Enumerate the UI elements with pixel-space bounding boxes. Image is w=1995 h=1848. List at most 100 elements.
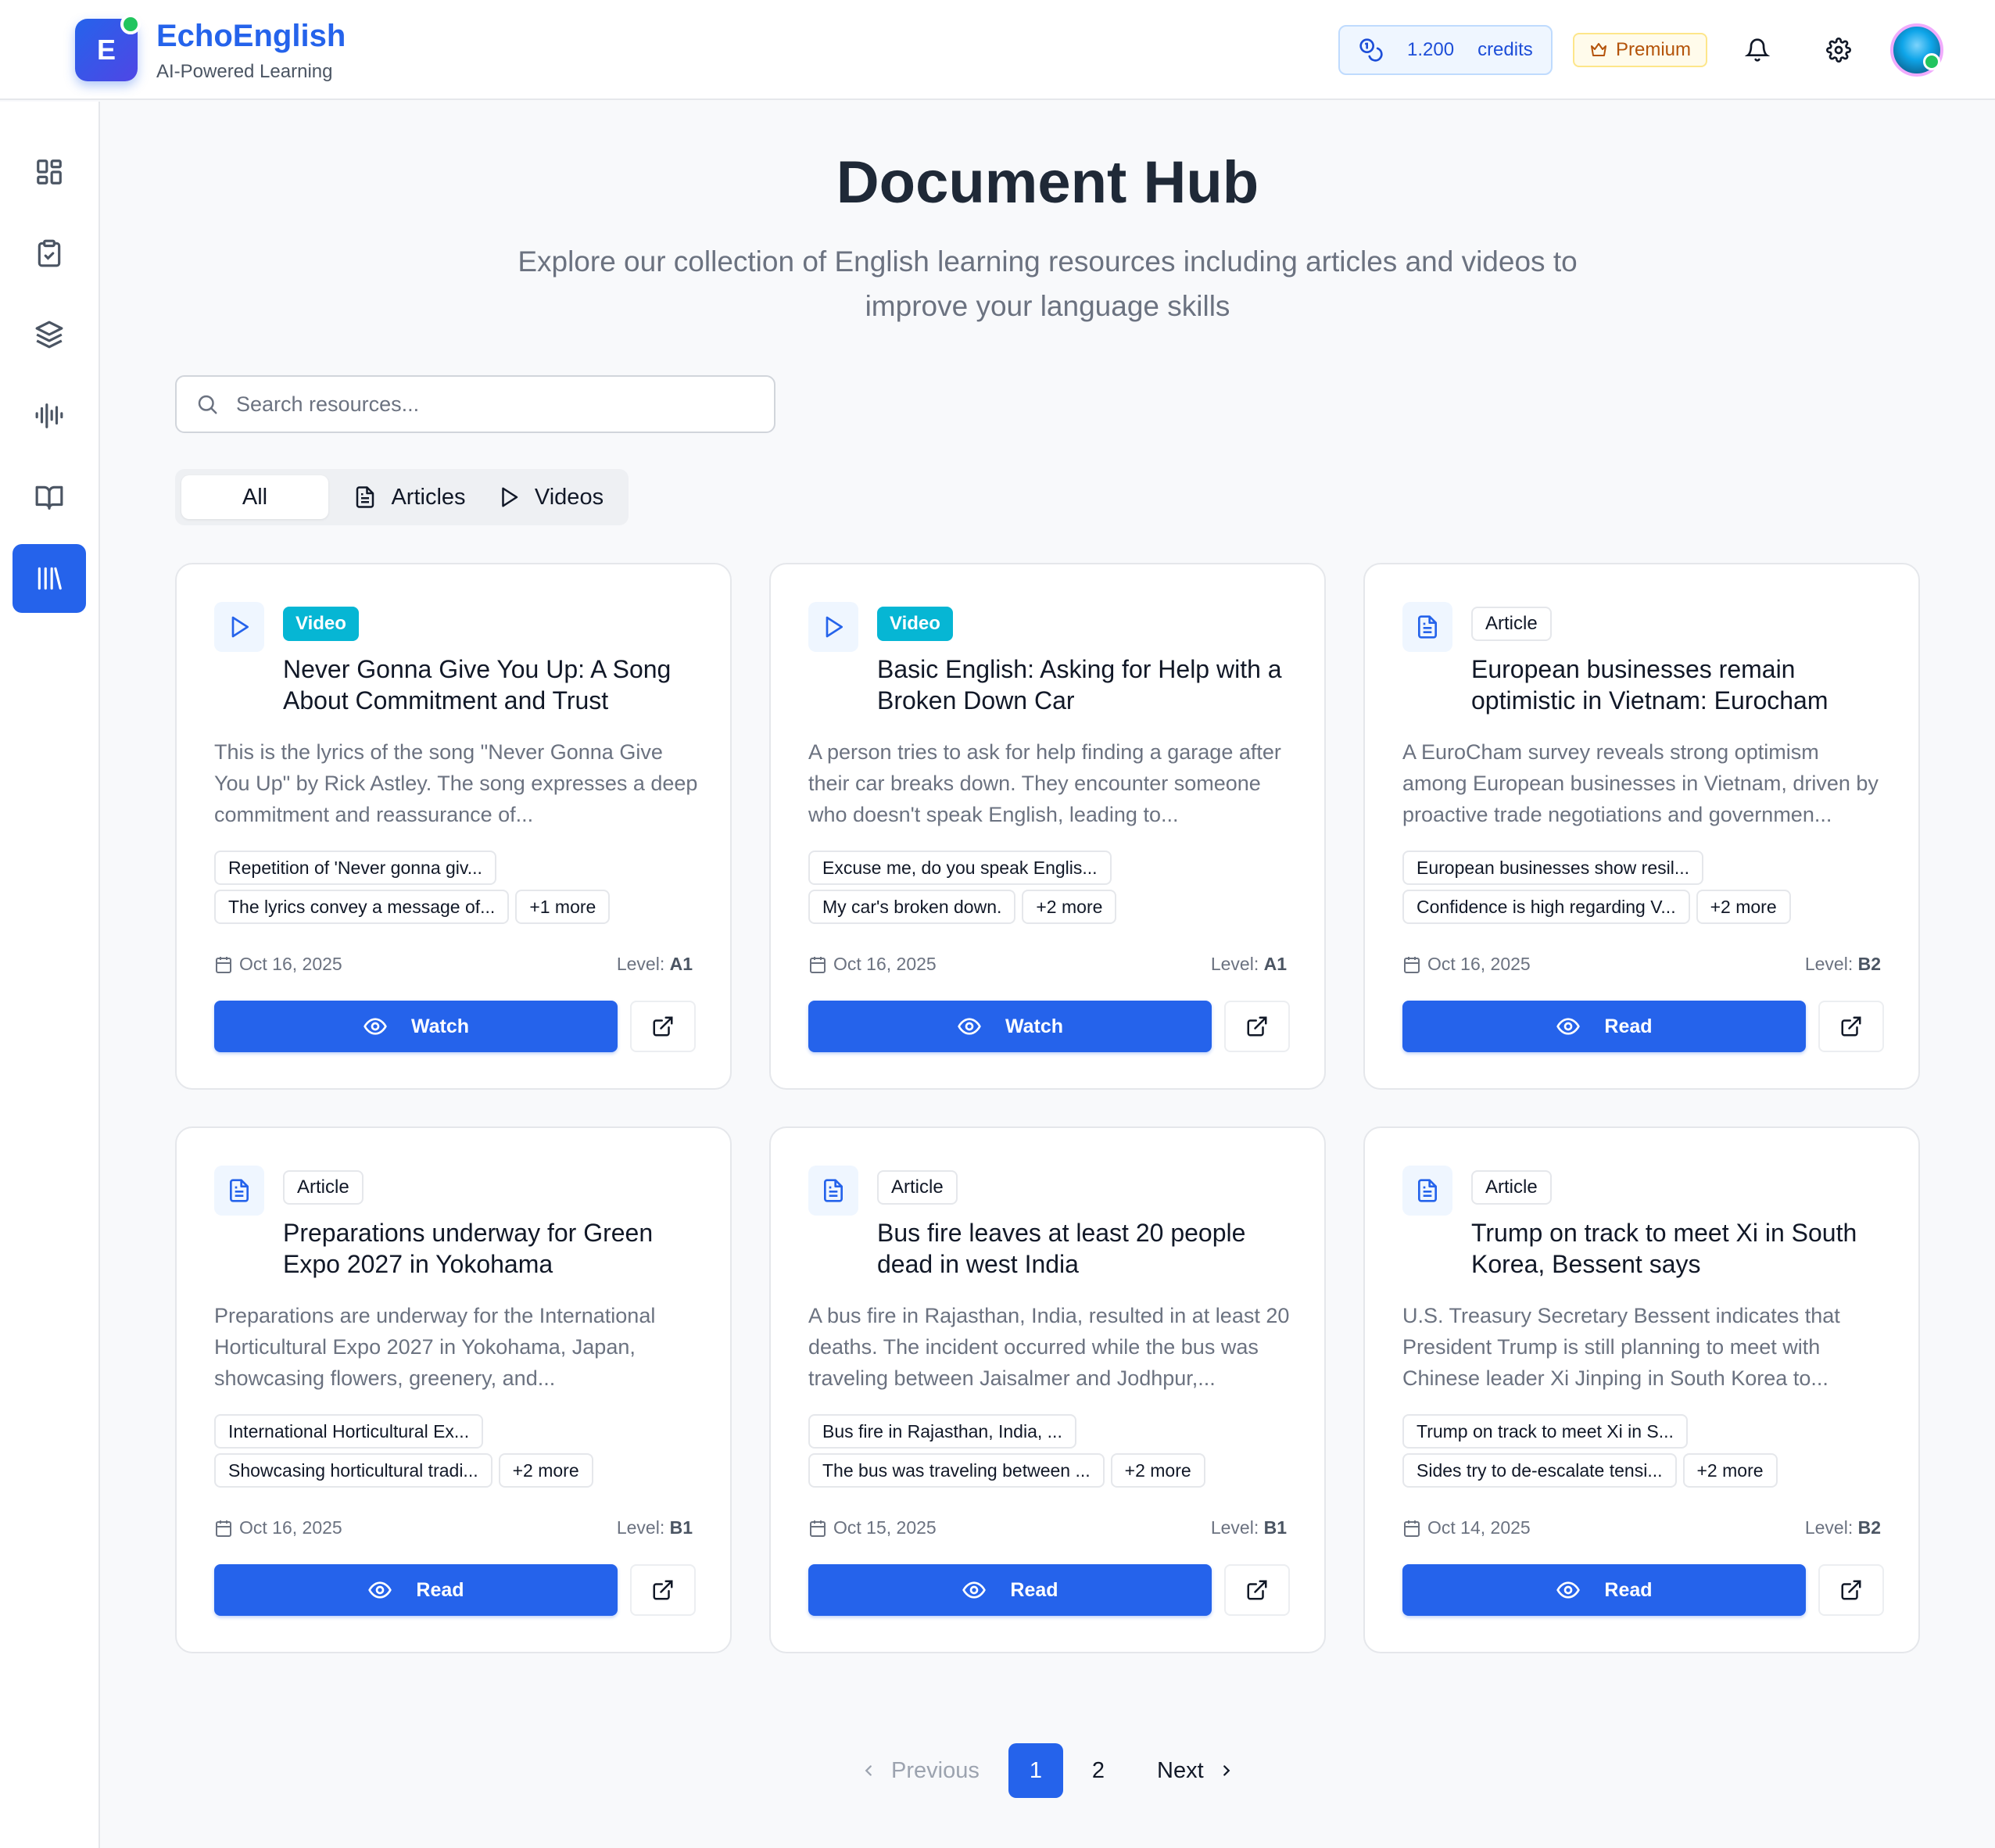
settings-button[interactable]: [1823, 34, 1854, 66]
gear-icon: [1826, 38, 1851, 63]
card-level: Level: A1: [617, 954, 693, 975]
eye-icon: [1556, 1581, 1581, 1599]
page-title: Document Hub: [836, 149, 1259, 216]
more-tags-badge[interactable]: +2 more: [1682, 1453, 1778, 1488]
document-icon: [230, 1179, 249, 1202]
play-icon: [502, 487, 518, 507]
tab-videos[interactable]: Videos: [488, 475, 613, 519]
credits-value: 1.200: [1407, 39, 1455, 60]
open-external-button[interactable]: [1224, 1564, 1290, 1616]
premium-badge[interactable]: Premium: [1573, 33, 1707, 67]
more-tags-badge[interactable]: +2 more: [498, 1453, 593, 1488]
watch-button[interactable]: Watch: [808, 1001, 1212, 1052]
key-point-tag: Repetition of 'Never gonna giv...: [214, 851, 496, 885]
resource-card[interactable]: Article Trump on track to meet Xi in Sout…: [1363, 1126, 1920, 1653]
coins-icon: [1359, 38, 1383, 62]
card-description: A person tries to ask for help finding a…: [808, 740, 1281, 826]
notifications-button[interactable]: [1742, 34, 1773, 66]
calendar-icon: [1404, 1520, 1420, 1537]
open-external-button[interactable]: [1818, 1001, 1884, 1052]
book-open-icon: [35, 485, 63, 510]
read-button[interactable]: Read: [214, 1564, 618, 1616]
resource-card[interactable]: Article European businesses remain optimi…: [1363, 563, 1920, 1090]
sidebar-item-dashboard[interactable]: [13, 138, 86, 206]
tab-all[interactable]: All: [181, 475, 328, 519]
read-button[interactable]: Read: [808, 1564, 1212, 1616]
read-button[interactable]: Read: [1402, 1564, 1806, 1616]
level-label: Level:: [1210, 954, 1259, 974]
type-badge: Article: [877, 1170, 958, 1205]
search-input[interactable]: [236, 392, 752, 417]
resource-card[interactable]: Video Basic English: Asking for Help with…: [769, 563, 1326, 1090]
eye-icon: [368, 1581, 392, 1599]
sidebar-item-library[interactable]: [13, 544, 86, 613]
video-type-icon: [808, 602, 858, 652]
read-button[interactable]: Read: [1402, 1001, 1806, 1052]
key-point-tag: Bus fire in Rajasthan, India, ...: [808, 1414, 1076, 1449]
external-link-icon: [1841, 1580, 1861, 1600]
sidebar-item-tasks[interactable]: [13, 219, 86, 288]
crown-icon: [1590, 43, 1606, 56]
card-description: Preparations are underway for the Intern…: [214, 1304, 656, 1390]
sidebar-item-audio[interactable]: [13, 381, 86, 450]
watch-button[interactable]: Watch: [214, 1001, 618, 1052]
credits-label: credits: [1477, 39, 1533, 60]
date-text: Oct 16, 2025: [239, 1517, 342, 1538]
page-button-2[interactable]: 2: [1071, 1743, 1126, 1798]
tag-row: International Horticultural Ex...: [214, 1414, 484, 1449]
card-level: Level: A1: [1211, 954, 1287, 975]
pagination-previous[interactable]: Previous: [860, 1743, 980, 1798]
more-tags-badge[interactable]: +2 more: [1022, 890, 1117, 924]
card-title[interactable]: European businesses remain optimistic in…: [1471, 654, 1893, 716]
audio-wave-icon: [35, 403, 63, 428]
tab-label: Articles: [391, 484, 466, 510]
card-date: Oct 14, 2025: [1402, 1517, 1531, 1538]
card-title[interactable]: Never Gonna Give You Up: A Song About Co…: [283, 654, 705, 716]
article-type-icon: [808, 1166, 858, 1216]
open-external-button[interactable]: [1224, 1001, 1290, 1052]
resource-card[interactable]: Article Bus fire leaves at least 20 peopl…: [769, 1126, 1326, 1653]
tab-articles[interactable]: Articles: [339, 475, 480, 519]
card-title[interactable]: Basic English: Asking for Help with a Br…: [877, 654, 1299, 716]
calendar-icon: [810, 1520, 826, 1537]
type-badge: Article: [283, 1170, 364, 1205]
card-title[interactable]: Trump on track to meet Xi in South Korea…: [1471, 1217, 1893, 1280]
date-text: Oct 14, 2025: [1427, 1517, 1531, 1538]
open-external-button[interactable]: [630, 1564, 696, 1616]
card-level: Level: B1: [1211, 1517, 1287, 1538]
action-label: Read: [1604, 1578, 1653, 1601]
logo-status-dot: [120, 14, 141, 34]
open-external-button[interactable]: [630, 1001, 696, 1052]
page-number: 2: [1091, 1757, 1105, 1783]
open-external-button[interactable]: [1818, 1564, 1884, 1616]
date-text: Oct 16, 2025: [833, 954, 937, 974]
document-icon: [356, 486, 374, 508]
tag-row: Repetition of 'Never gonna giv...: [214, 851, 496, 885]
card-title[interactable]: Bus fire leaves at least 20 people dead …: [877, 1217, 1299, 1280]
sidebar: [0, 102, 100, 1848]
key-point-tag: European businesses show resil...: [1402, 851, 1704, 885]
card-description: A EuroCham survey reveals strong optimis…: [1402, 740, 1879, 826]
top-header: E EchoEnglish AI-Powered Learning 1.200 …: [0, 0, 1995, 100]
action-label: Read: [1010, 1578, 1058, 1601]
previous-label: Previous: [891, 1757, 980, 1783]
tab-label: All: [242, 484, 268, 510]
tag-row: European businesses show resil...: [1402, 851, 1704, 885]
card-date: Oct 16, 2025: [1402, 954, 1531, 975]
level-value: A1: [1263, 954, 1287, 974]
more-tags-badge[interactable]: +1 more: [515, 890, 611, 924]
pagination-next[interactable]: Next: [1157, 1743, 1235, 1798]
card-title[interactable]: Preparations underway for Green Expo 202…: [283, 1217, 705, 1280]
page-button-1[interactable]: 1: [1008, 1743, 1063, 1798]
document-icon: [824, 1179, 843, 1202]
key-point-tag: My car's broken down.: [808, 890, 1016, 924]
more-tags-badge[interactable]: +2 more: [1110, 1453, 1205, 1488]
search-box[interactable]: [175, 375, 775, 433]
credits-badge[interactable]: 1.200 credits: [1338, 25, 1553, 75]
sidebar-item-reading[interactable]: [13, 463, 86, 532]
resource-card[interactable]: Video Never Gonna Give You Up: A Song Abo…: [175, 563, 732, 1090]
clipboard-check-icon: [38, 239, 61, 267]
resource-card[interactable]: Article Preparations underway for Green E…: [175, 1126, 732, 1653]
sidebar-item-layers[interactable]: [13, 300, 86, 369]
more-tags-badge[interactable]: +2 more: [1696, 890, 1791, 924]
